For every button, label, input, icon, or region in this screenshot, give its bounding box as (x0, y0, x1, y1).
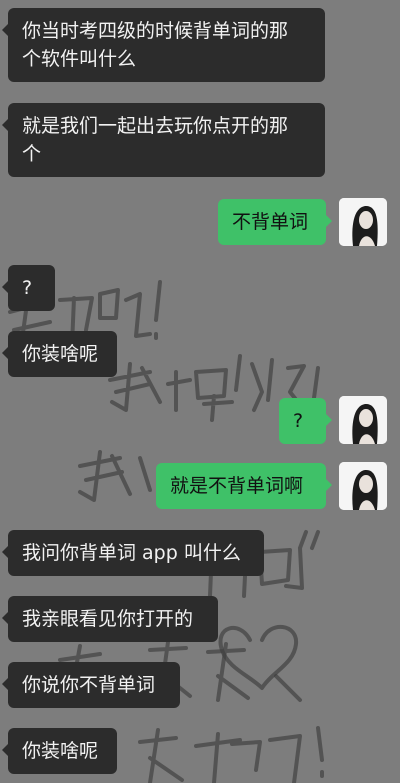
user-avatar-icon (339, 198, 387, 246)
user-avatar[interactable] (339, 198, 387, 246)
message-incoming[interactable]: ? (2, 265, 55, 311)
message-incoming[interactable]: 你当时考四级的时候背单词的那 个软件叫什么 (2, 8, 325, 82)
user-avatar-icon (339, 462, 387, 510)
message-incoming[interactable]: 你装啥呢 (2, 728, 117, 774)
user-avatar[interactable] (339, 396, 387, 444)
message-incoming[interactable]: 你说你不背单词 (2, 662, 180, 708)
user-avatar[interactable] (339, 462, 387, 510)
message-outgoing[interactable]: 不背单词 (218, 199, 332, 245)
message-incoming[interactable]: 我亲眼看见你打开的 (2, 596, 218, 642)
message-outgoing[interactable]: ? (279, 398, 332, 444)
message-incoming[interactable]: 我问你背单词 app 叫什么 (2, 530, 264, 576)
message-incoming[interactable]: 就是我们一起出去玩你点开的那 个 (2, 103, 325, 177)
message-incoming[interactable]: 你装啥呢 (2, 331, 117, 377)
user-avatar-icon (339, 396, 387, 444)
chat-thread: 你当时考四级的时候背单词的那 个软件叫什么 就是我们一起出去玩你点开的那 个 不… (0, 0, 400, 783)
message-outgoing[interactable]: 就是不背单词啊 (156, 463, 332, 509)
